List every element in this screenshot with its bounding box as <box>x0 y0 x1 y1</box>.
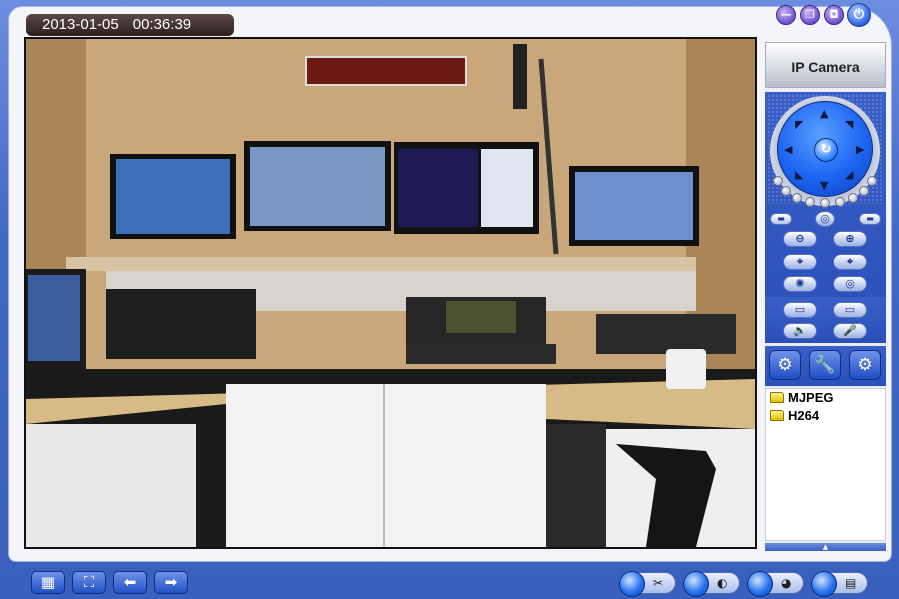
iris-close-button[interactable]: ◎ <box>833 276 867 292</box>
record-button[interactable]: ▭ <box>783 302 817 318</box>
crosshair-icon: ⌖ <box>846 255 854 268</box>
layout-grid-button[interactable]: ▦ <box>31 571 65 594</box>
panel-collapse-handle[interactable]: ▲ <box>765 543 886 551</box>
arrow-left-icon: ⬅ <box>123 573 137 591</box>
center-lock-icon[interactable]: ◎ <box>815 211 835 227</box>
zoom-out-icon: ⊖ <box>795 232 805 245</box>
up-left-arrow-icon[interactable]: ◤ <box>795 119 803 130</box>
preset-left-button[interactable]: ▬ <box>770 213 792 225</box>
preset-icon[interactable] <box>859 186 869 196</box>
camera-icon: ✂ <box>653 576 664 590</box>
files-orb-icon <box>811 571 837 597</box>
snapshot-pill-button[interactable]: ◐ <box>683 571 740 597</box>
app-window: — ❐ ◘ ⏻ 2013-01-05 00:36:39 IP Camera ▲ … <box>0 0 899 599</box>
preset-right-button[interactable]: ▬ <box>859 213 881 225</box>
folder-icon <box>770 392 784 403</box>
up-arrow-icon[interactable]: ▲ <box>820 108 828 119</box>
speaker-icon: 🔈 <box>793 324 807 337</box>
zoom-out-button[interactable]: ⊖ <box>783 231 817 247</box>
refresh-icon[interactable]: ↻ <box>814 138 838 162</box>
settings-button[interactable]: ⚙ <box>769 350 801 380</box>
control-panel: IP Camera ▲ ▼ ◀ ▶ ◤ ◥ ◣ ◢ ↻ ▬ ◎ ▬ ⊖ ⊕ ⌖ … <box>765 42 886 551</box>
speaker-button[interactable]: 🔈 <box>783 323 817 339</box>
date-text: 2013-01-05 <box>42 16 119 33</box>
stream-item-h264[interactable]: H264 <box>766 407 885 425</box>
chevron-up-icon: ▲ <box>822 543 829 551</box>
wrench-icon: 🔧 <box>814 355 836 375</box>
power-icon: ⏻ <box>853 7 865 22</box>
fit-window-button[interactable]: ⛶ <box>72 571 106 594</box>
preset-icon[interactable] <box>792 193 802 203</box>
right-arrow-icon[interactable]: ▶ <box>856 144 864 155</box>
grid-icon: ▦ <box>40 573 56 591</box>
next-button[interactable]: ➡ <box>154 571 188 594</box>
zoom-in-button[interactable]: ⊕ <box>833 231 867 247</box>
video-camera-icon: ◕ <box>781 576 792 590</box>
preset-icon[interactable] <box>820 198 830 208</box>
record-pill-button[interactable]: ✂ <box>619 571 676 597</box>
focus-far-button[interactable]: ⌖ <box>833 254 867 270</box>
record-orb-icon <box>619 571 645 597</box>
fit-icon: ⛶ <box>83 573 95 591</box>
preset-icon[interactable] <box>835 197 845 207</box>
microphone-icon: 🎤 <box>843 324 857 337</box>
preset-icon[interactable] <box>773 176 783 186</box>
monitor-icon: ▭ <box>794 303 806 316</box>
time-text: 00:36:39 <box>132 16 192 33</box>
preset-icon[interactable] <box>781 186 791 196</box>
preset-icon[interactable] <box>805 197 815 207</box>
document-icon: ▤ <box>845 576 857 590</box>
stream-item-mjpeg[interactable]: MJPEG <box>766 389 885 407</box>
previous-button[interactable]: ⬅ <box>113 571 147 594</box>
advanced-settings-button[interactable]: ⚙ <box>849 350 881 380</box>
left-arrow-icon[interactable]: ◀ <box>784 144 792 155</box>
fullscreen-icon: ◘ <box>829 8 839 21</box>
minimize-button[interactable]: — <box>776 5 796 25</box>
restore-icon: ❐ <box>805 8 815 21</box>
focus-near-button[interactable]: ⌖ <box>783 254 817 270</box>
stream-label: H264 <box>788 408 820 423</box>
iris-open-button[interactable]: ✺ <box>783 276 817 292</box>
files-pill-button[interactable]: ▤ <box>811 571 868 597</box>
gear-advanced-icon: ⚙ <box>857 355 873 375</box>
down-right-arrow-icon[interactable]: ◢ <box>845 169 853 180</box>
timestamp-bar: 2013-01-05 00:36:39 <box>26 14 234 36</box>
gear-icon: ⚙ <box>777 355 793 375</box>
preset-icon[interactable] <box>867 176 877 186</box>
crosshair-icon: ⌖ <box>796 255 804 268</box>
video-orb-icon <box>747 571 773 597</box>
settings-box: ⚙ 🔧 ⚙ <box>765 346 886 386</box>
fullscreen-button[interactable]: ◘ <box>824 5 844 25</box>
panel-title: IP Camera <box>765 42 886 88</box>
down-left-arrow-icon[interactable]: ◣ <box>795 169 803 180</box>
video-pill-button[interactable]: ◕ <box>747 571 804 597</box>
audio-video-box: ▭ ▭ 🔈 🎤 <box>765 297 886 343</box>
preset-icon[interactable] <box>848 193 858 203</box>
arrow-right-icon: ➡ <box>164 573 178 591</box>
restore-button[interactable]: ❐ <box>800 5 820 25</box>
camera-image <box>26 39 755 547</box>
folder-icon <box>770 410 784 421</box>
iris-icon: ✺ <box>795 277 805 290</box>
down-arrow-icon[interactable]: ▼ <box>820 180 828 191</box>
zoom-in-icon: ⊕ <box>845 232 855 245</box>
microphone-button[interactable]: 🎤 <box>833 323 867 339</box>
up-right-arrow-icon[interactable]: ◥ <box>845 119 853 130</box>
iris-icon: ◎ <box>845 277 855 290</box>
snapshot-button[interactable]: ▭ <box>833 302 867 318</box>
minimize-icon: — <box>780 8 792 21</box>
monitor-icon: ▭ <box>844 303 856 316</box>
stream-label: MJPEG <box>788 390 834 405</box>
video-feed[interactable] <box>24 37 757 549</box>
lens-icon: ◐ <box>717 576 728 590</box>
stream-list: MJPEG H264 <box>765 388 886 541</box>
tools-button[interactable]: 🔧 <box>809 350 841 380</box>
power-button[interactable]: ⏻ <box>847 3 871 27</box>
snapshot-orb-icon <box>683 571 709 597</box>
ptz-dial[interactable]: ▲ ▼ ◀ ▶ ◤ ◥ ◣ ◢ ↻ <box>777 101 873 197</box>
